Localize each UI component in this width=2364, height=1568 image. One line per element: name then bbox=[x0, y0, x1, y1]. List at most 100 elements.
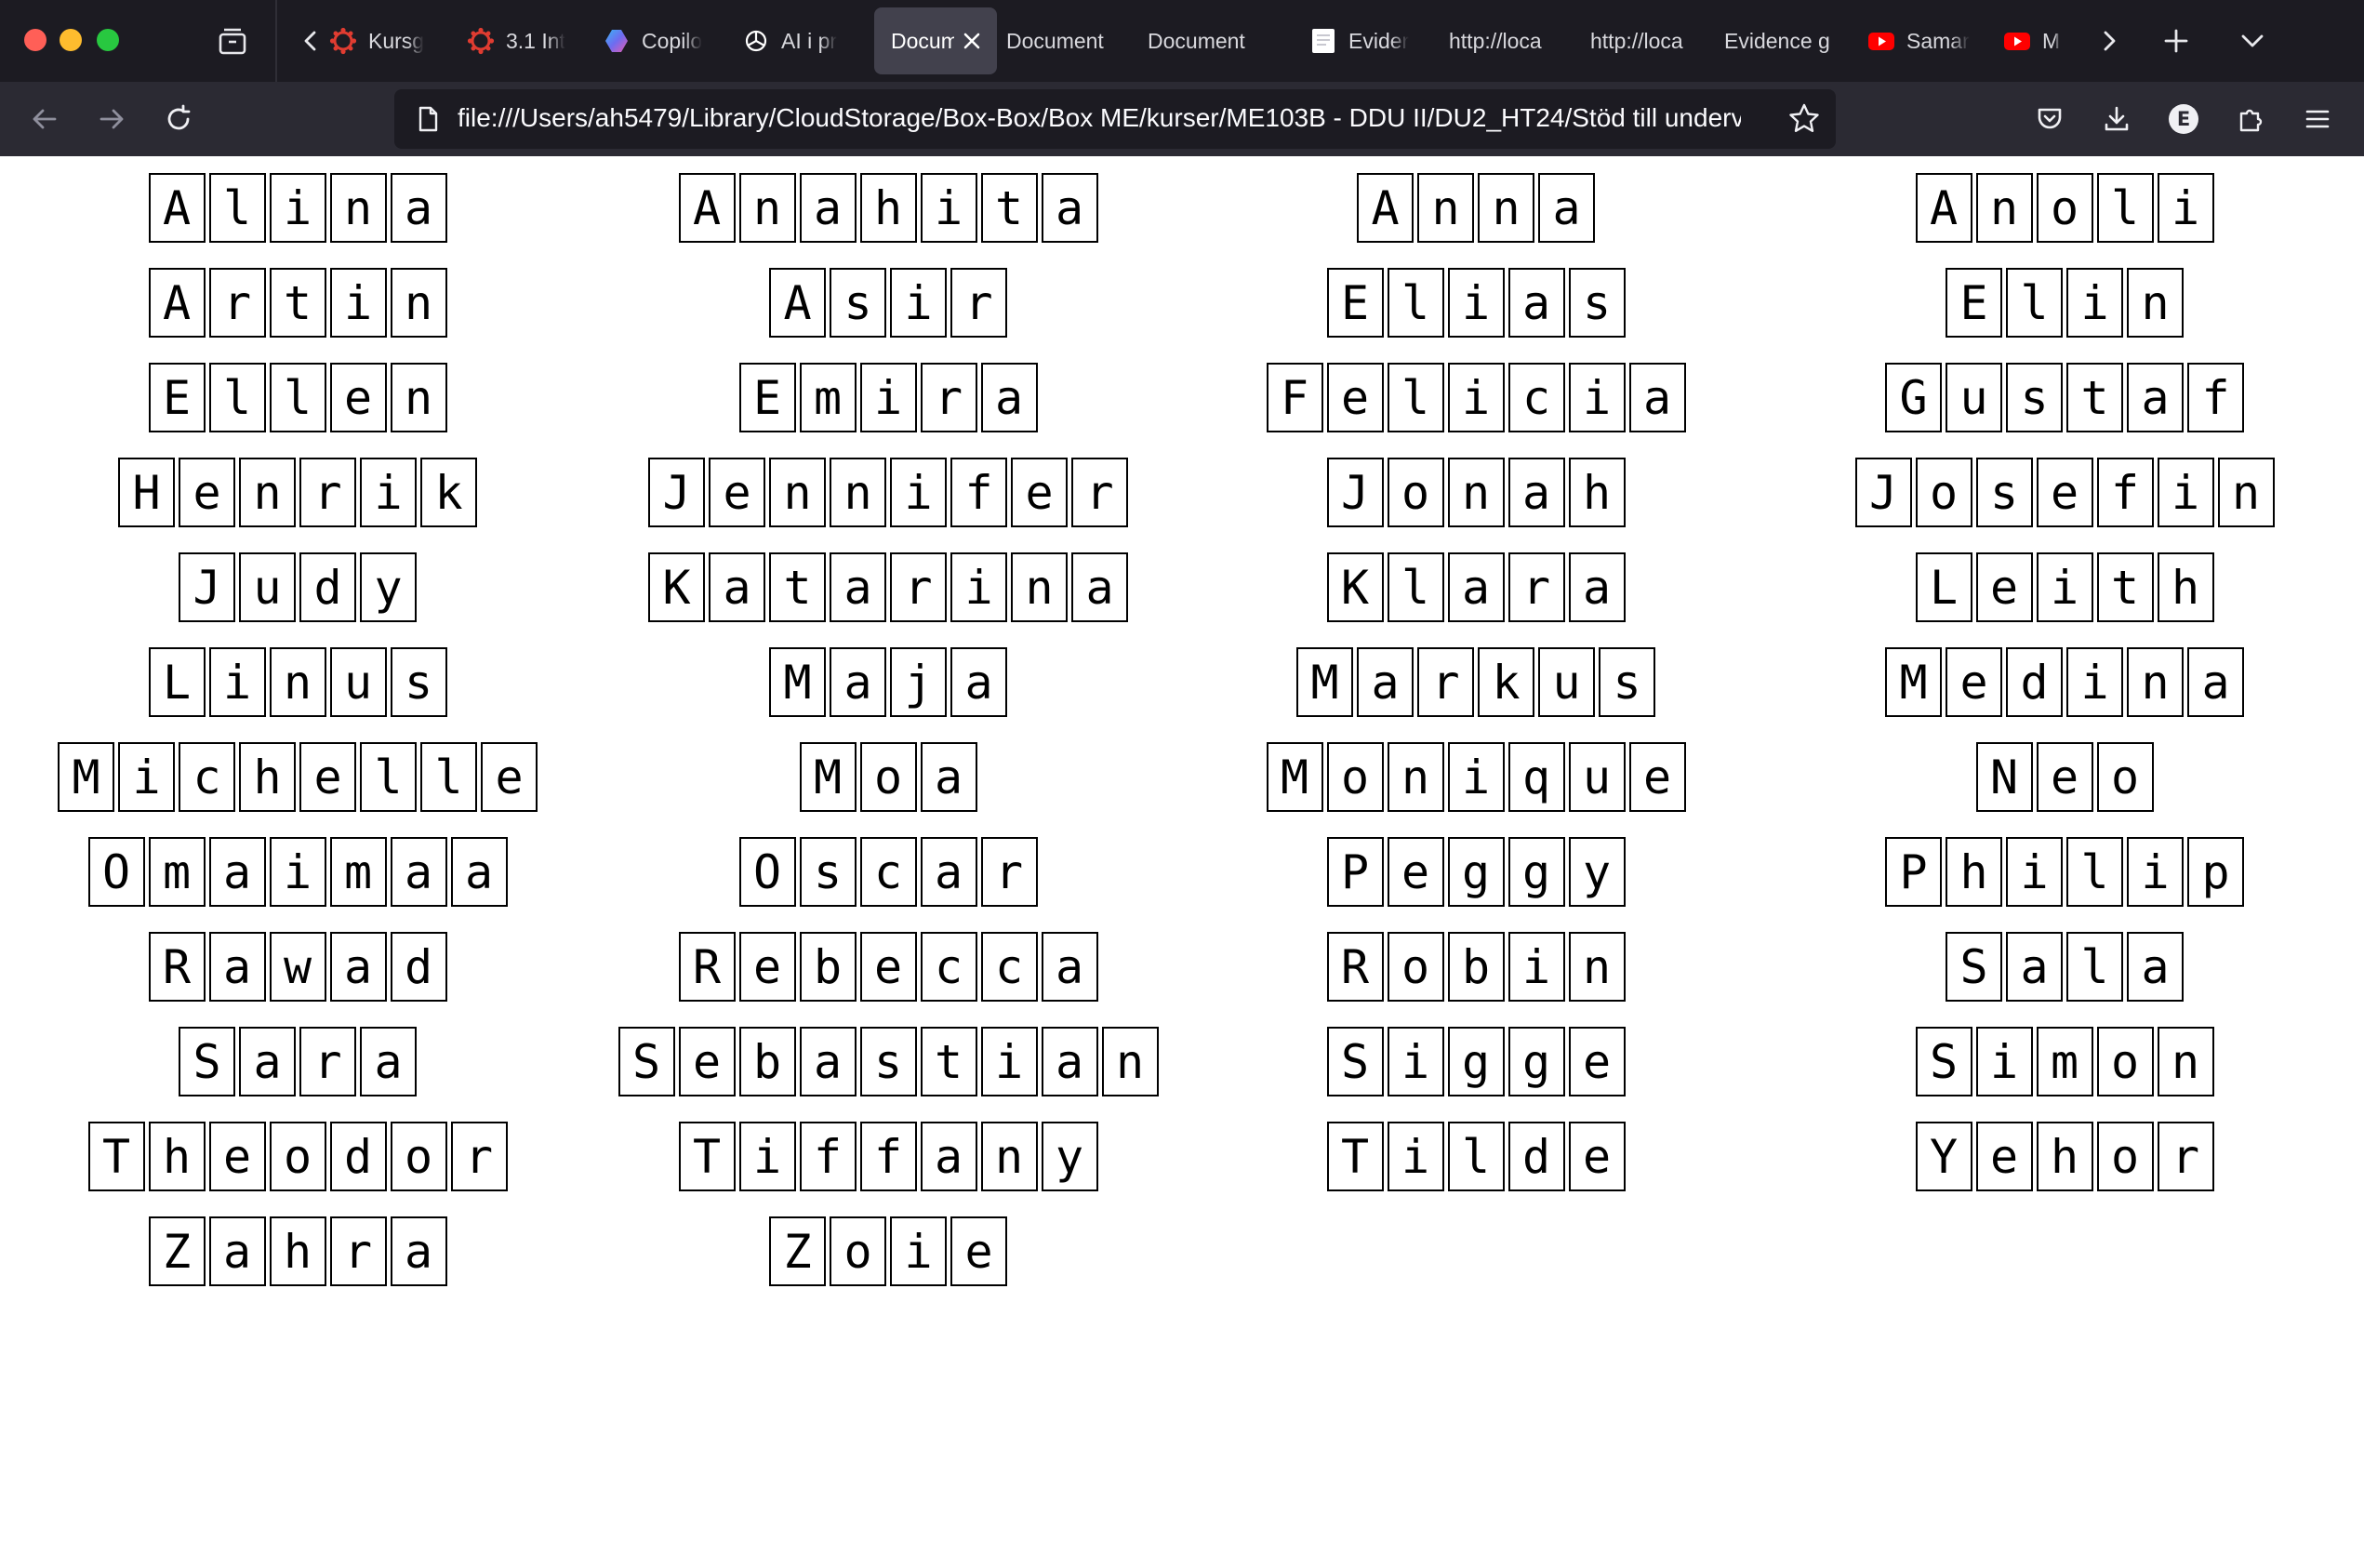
letter-box: T bbox=[1326, 1122, 1384, 1191]
letter-box: G bbox=[1885, 363, 1942, 432]
letter-box: n bbox=[1387, 742, 1444, 812]
letter-box: e bbox=[738, 932, 796, 1002]
letter-box: l bbox=[208, 363, 266, 432]
scroll-tabs-right-button[interactable] bbox=[2087, 19, 2132, 63]
letter-box: o bbox=[2096, 742, 2154, 812]
letter-box: g bbox=[1507, 1027, 1565, 1096]
letter-box: m bbox=[329, 837, 387, 907]
letter-box: i bbox=[269, 837, 326, 907]
browser-tab[interactable]: http://loca bbox=[1588, 7, 1711, 74]
letter-box: q bbox=[1507, 742, 1565, 812]
letter-box: s bbox=[830, 268, 886, 338]
browser-tab[interactable]: http://loca bbox=[1447, 7, 1570, 74]
letter-box: M bbox=[1296, 647, 1353, 717]
name-row: Alina bbox=[148, 173, 447, 243]
letter-box: M bbox=[1885, 647, 1942, 717]
browser-tab[interactable]: Docum bbox=[874, 7, 997, 74]
letter-box: A bbox=[678, 173, 736, 243]
letter-box: f bbox=[2187, 363, 2244, 432]
letter-box: H bbox=[118, 458, 175, 527]
letter-box: P bbox=[1885, 837, 1942, 907]
name-row: Peggy bbox=[1326, 837, 1626, 907]
app-menu-button[interactable] bbox=[2295, 97, 2340, 141]
tab-overview-icon[interactable] bbox=[216, 24, 249, 58]
browser-tab[interactable]: 3.1 Int bbox=[467, 7, 586, 74]
address-bar[interactable]: file:///Users/ah5479/Library/CloudStorag… bbox=[394, 89, 1836, 149]
letter-box: a bbox=[950, 647, 1007, 717]
browser-tab[interactable]: Copilo bbox=[603, 7, 725, 74]
back-button[interactable] bbox=[22, 97, 67, 141]
letter-box: a bbox=[920, 837, 977, 907]
pocket-button[interactable] bbox=[2027, 97, 2072, 141]
letter-box: e bbox=[1975, 552, 2033, 622]
browser-tab[interactable]: Document bbox=[1146, 7, 1276, 74]
scroll-tabs-left-button[interactable] bbox=[288, 19, 333, 63]
account-button[interactable]: E bbox=[2161, 97, 2206, 141]
new-tab-button[interactable] bbox=[2154, 19, 2198, 63]
letter-box: n bbox=[2157, 1027, 2214, 1096]
letter-box: i bbox=[1447, 742, 1505, 812]
letter-box: l bbox=[208, 173, 266, 243]
letter-box: a bbox=[2187, 647, 2244, 717]
letter-box: a bbox=[1507, 268, 1565, 338]
letter-box: a bbox=[1071, 552, 1128, 622]
tab-strip: Kursg 3.1 Int Copilo AI i pr Docum Document Do… bbox=[0, 0, 2364, 82]
extensions-button[interactable] bbox=[2228, 97, 2273, 141]
tab-label: AI i pr bbox=[781, 28, 838, 53]
letter-box: a bbox=[1357, 647, 1414, 717]
tab-label: Docum bbox=[891, 28, 954, 53]
letter-box: T bbox=[678, 1122, 736, 1191]
forward-button[interactable] bbox=[89, 97, 134, 141]
letter-box: N bbox=[1975, 742, 2033, 812]
name-row: Klara bbox=[1326, 552, 1626, 622]
letter-box: s bbox=[390, 647, 447, 717]
browser-tab[interactable]: Evider bbox=[1309, 7, 1430, 74]
letter-box: n bbox=[1975, 173, 2033, 243]
letter-box: a bbox=[1041, 932, 1098, 1002]
browser-tab[interactable]: M bbox=[2003, 7, 2083, 74]
tab-label: Evidence g bbox=[1724, 28, 1830, 53]
browser-tab[interactable]: Evidence g bbox=[1722, 7, 1853, 74]
letter-box: o bbox=[269, 1122, 326, 1191]
letter-box: S bbox=[1326, 1027, 1384, 1096]
letter-box: M bbox=[799, 742, 857, 812]
browser-tab[interactable]: AI i pr bbox=[742, 7, 854, 74]
list-all-tabs-button[interactable] bbox=[2230, 19, 2275, 63]
downloads-button[interactable] bbox=[2094, 97, 2139, 141]
name-row: Henrik bbox=[118, 458, 477, 527]
bookmark-star-icon[interactable] bbox=[1786, 100, 1823, 138]
letter-box: n bbox=[2217, 458, 2275, 527]
youtube-icon bbox=[2003, 27, 2031, 55]
reload-button[interactable] bbox=[156, 97, 201, 141]
browser-tab[interactable]: Document bbox=[1004, 7, 1135, 74]
letter-box: i bbox=[329, 268, 387, 338]
page-content: AlinaArtinEllenHenrikJudyLinusMichelleOm… bbox=[0, 156, 2364, 1568]
window-minimize-button[interactable] bbox=[60, 29, 82, 51]
letter-box: i bbox=[859, 363, 917, 432]
letter-box: i bbox=[2006, 837, 2063, 907]
window-maximize-button[interactable] bbox=[97, 29, 119, 51]
name-row: Jonah bbox=[1326, 458, 1626, 527]
name-row: Anna bbox=[1357, 173, 1595, 243]
letter-box: a bbox=[830, 647, 886, 717]
window-close-button[interactable] bbox=[24, 29, 46, 51]
url-text[interactable]: file:///Users/ah5479/Library/CloudStorag… bbox=[458, 103, 1741, 133]
letter-box: K bbox=[1326, 552, 1384, 622]
letter-box: l bbox=[1387, 268, 1444, 338]
file-icon bbox=[1309, 27, 1337, 55]
letter-box: b bbox=[799, 932, 857, 1002]
letter-box: A bbox=[148, 268, 206, 338]
browser-tab[interactable]: Samar bbox=[1867, 7, 1994, 74]
letter-box: A bbox=[1357, 173, 1414, 243]
letter-box: y bbox=[1041, 1122, 1098, 1191]
letter-box: E bbox=[1946, 268, 2002, 338]
name-row: Ellen bbox=[148, 363, 447, 432]
name-row: Felicia bbox=[1266, 363, 1686, 432]
browser-tab[interactable]: Kursg bbox=[329, 7, 439, 74]
letter-box: n bbox=[1447, 458, 1505, 527]
letter-box: T bbox=[87, 1122, 145, 1191]
name-row: Gustaf bbox=[1885, 363, 2244, 432]
letter-box: a bbox=[1628, 363, 1686, 432]
letter-box: l bbox=[1447, 1122, 1505, 1191]
close-tab-button[interactable] bbox=[960, 29, 984, 53]
